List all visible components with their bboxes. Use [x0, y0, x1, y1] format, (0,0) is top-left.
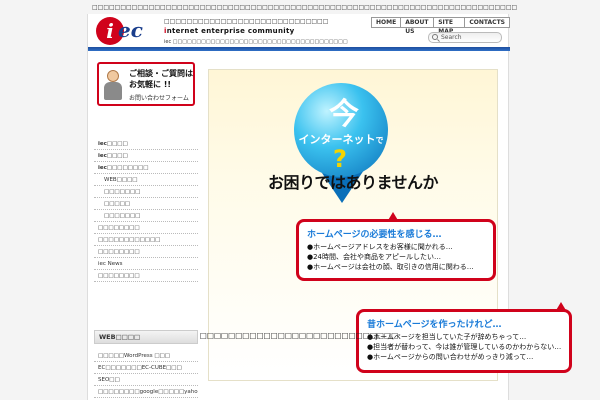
logo-text: ec [118, 18, 143, 42]
callout-need: ホームページの必要性を感じる… ●ホームページアドレスをお客様に聞かれる… ●2… [296, 212, 496, 281]
callout-past-item: ●ホームページからの問い合わせがめっきり減って… [367, 353, 534, 361]
contact-banner[interactable]: ご相談・ご質問は お気軽に !! お問い合わせフォーム [97, 62, 195, 106]
nav-about-us[interactable]: ABOUT US [401, 18, 435, 35]
sidebar-menu: iec□□□□ iec□□□□ iec□□□□□□□□ WEB□□□□ □□□□… [94, 138, 198, 282]
page-frame: i ec □□□□□□□□□□□□□□□□□□□□□□□□□□□□□ inter… [87, 14, 572, 400]
sidebar-subitem[interactable]: □□□□□ [94, 198, 198, 210]
callout-past: 昔ホームページを作ったけれど… ●ホームページを担当していた子が辞めちゃって… … [356, 302, 572, 373]
contact-banner-line1: ご相談・ご質問は [129, 69, 193, 78]
sidebar-subitem[interactable]: WEB□□□□ [94, 174, 198, 186]
sidebar-item[interactable]: □□□□□□□□ [94, 270, 198, 282]
top-navigation: HOME ABOUT US SITE MAP CONTACTS [371, 17, 510, 35]
callout-need-item: ●ホームページアドレスをお客様に聞かれる… [307, 243, 453, 251]
callout-need-title: ホームページの必要性を感じる… [307, 230, 442, 240]
site-title: □□□□□□□□□□□□□□□□□□□□□□□□□□□□□ [164, 18, 329, 25]
contact-form-link: お問い合わせフォーム [129, 95, 189, 102]
sidebar-subitem[interactable]: □□□□□□□ [94, 210, 198, 222]
callout-need-item: ●24時間、会社や商品をアピールしたい… [307, 253, 442, 261]
sidebar-item[interactable]: iec□□□□ [94, 150, 198, 162]
sidebar-item-wordpress[interactable]: □□□□□WordPress □□□ [94, 350, 198, 362]
site-header: i ec □□□□□□□□□□□□□□□□□□□□□□□□□□□□□ inter… [88, 14, 510, 52]
sidebar-item-news[interactable]: iec News [94, 258, 198, 270]
hero-caption: □□□□□□□□□□□□□□□□□□□□□□□□□□□□ [199, 331, 399, 340]
nav-site-map[interactable]: SITE MAP [434, 18, 466, 35]
nav-home[interactable]: HOME [372, 18, 402, 27]
hero-ima: 今 [329, 97, 359, 132]
site-name: internet enterprise community [164, 27, 294, 35]
sidebar-item-ec-cube[interactable]: EC□□□□□□□EC-CUBE□□□ [94, 362, 198, 374]
sidebar-item-seo[interactable]: SEO□□ [94, 374, 198, 386]
hero-headline: お困りではありませんか [267, 173, 439, 192]
search-placeholder: Search [441, 34, 462, 41]
sidebar-item[interactable]: iec□□□□□□□□ [94, 162, 198, 174]
callout-past-item: ●担当者が替わって、今は誰が管理しているのかわからない… [367, 343, 562, 351]
staff-illustration-icon [103, 70, 123, 102]
sidebar-item[interactable]: □□□□□□□□ [94, 246, 198, 258]
nav-contacts[interactable]: CONTACTS [465, 18, 509, 27]
sidebar-item-search-engines[interactable]: □□□□□□□□google□□□□□yahoo□□ [94, 386, 198, 398]
site-name-rest: nternet enterprise community [166, 27, 295, 35]
sidebar-item[interactable]: □□□□□□□□□□□□ [94, 234, 198, 246]
sidebar-item[interactable]: iec□□□□ [94, 138, 198, 150]
search-input[interactable]: Search [428, 32, 502, 43]
search-icon [432, 34, 438, 40]
site-logo[interactable]: i ec [96, 17, 160, 47]
sidebar: ご相談・ご質問は お気軽に !! お問い合わせフォーム iec□□□□ iec□… [94, 62, 198, 400]
sidebar-menu-web: □□□□□WordPress □□□ EC□□□□□□□EC-CUBE□□□ S… [94, 350, 198, 398]
hero-internet-de: で [375, 136, 384, 145]
sidebar-subitem[interactable]: □□□□□□□ [94, 186, 198, 198]
site-tagline: □□□□□□□□□□□□□□□□□□□□□□□□□□□□□□□□□□□□□□□□… [92, 4, 518, 11]
site-subtitle: iec □□□□□□□□□□□□□□□□□□□□□□□□□□□□□□□□□□□□… [164, 39, 348, 45]
sidebar-item[interactable]: □□□□□□□□ [94, 222, 198, 234]
header-divider [88, 47, 510, 51]
callout-past-title: 昔ホームページを作ったけれど… [367, 320, 502, 330]
contact-banner-line2: お気軽に !! [129, 80, 172, 89]
callout-need-item: ●ホームページは会社の顔、取引きの信用に関わる… [307, 263, 474, 271]
